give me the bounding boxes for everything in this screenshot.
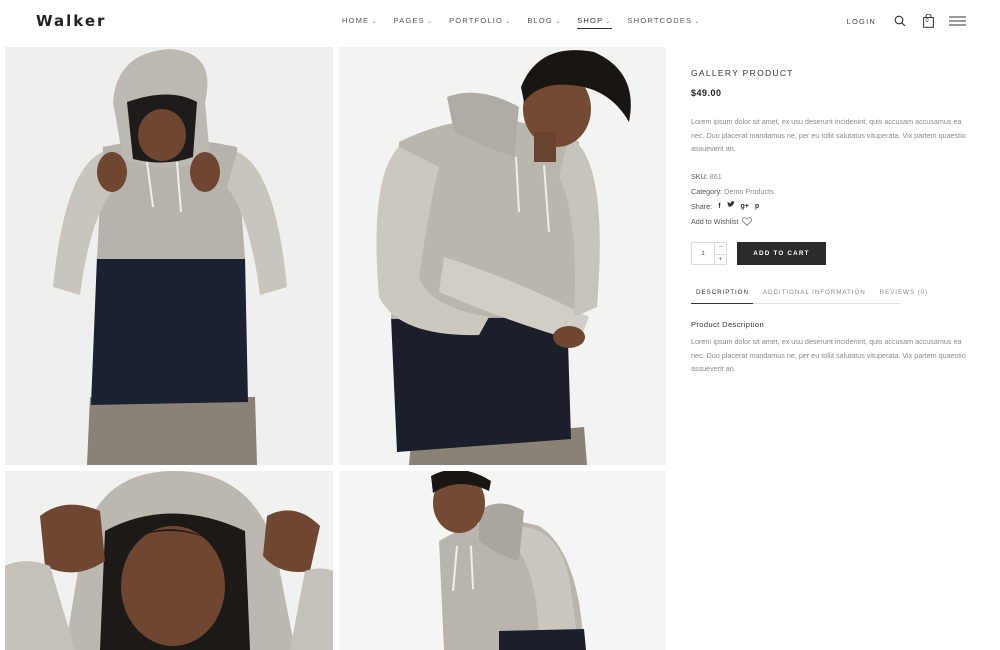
site-header: Walker HOME ⌄ PAGES ⌄ PORTFOLIO ⌄ BLOG ⌄ SHO…: [0, 0, 1000, 44]
tab-description[interactable]: DESCRIPTION: [691, 289, 753, 304]
nav-item-label: SHORTCODES: [627, 16, 693, 25]
nav-item-label: HOME: [342, 16, 370, 25]
product-tabs: DESCRIPTION ADDITIONAL INFORMATION REVIE…: [691, 289, 927, 304]
sku-row: SKU: 861: [691, 169, 966, 184]
wishlist-label: Add to Wishlist: [691, 216, 739, 226]
nav-item-pages[interactable]: PAGES ⌄: [394, 16, 434, 25]
quantity-increase-button[interactable]: +: [715, 253, 726, 265]
quantity-buttons: − +: [714, 243, 726, 264]
nav-item-label: SHOP: [577, 16, 604, 25]
share-label: Share:: [691, 201, 713, 211]
chevron-down-icon: ⌄: [426, 19, 434, 25]
gallery-image-1[interactable]: [5, 47, 333, 465]
tab-reviews[interactable]: REVIEWS (0): [875, 289, 928, 303]
hamburger-menu-icon[interactable]: [948, 13, 966, 29]
add-to-cart-button[interactable]: ADD TO CART: [737, 242, 826, 265]
nav-item-label: BLOG: [527, 16, 553, 25]
google-plus-icon[interactable]: g+: [741, 199, 749, 214]
nav-item-shortcodes[interactable]: SHORTCODES ⌄: [628, 16, 701, 25]
cart-count: 0: [925, 18, 929, 24]
product-short-description: Lorem ipsum dolor sit amet, ex usu deser…: [691, 117, 966, 153]
product-meta: SKU: 861 Category: Demo Products Share: …: [691, 169, 966, 229]
add-to-cart-row: − + ADD TO CART: [691, 242, 826, 265]
cart-bag-icon[interactable]: 0: [920, 13, 936, 29]
category-row: Category: Demo Products: [691, 184, 966, 199]
quantity-input[interactable]: [692, 243, 714, 264]
nav-item-home[interactable]: HOME ⌄: [342, 16, 378, 25]
gallery-image-2[interactable]: [339, 47, 666, 465]
search-icon[interactable]: [892, 13, 908, 29]
category-link[interactable]: Demo Products: [724, 187, 774, 196]
category-label: Category:: [691, 186, 723, 196]
panel-title: Product Description: [691, 320, 765, 329]
facebook-icon[interactable]: f: [718, 199, 720, 214]
chevron-down-icon: ⌄: [371, 19, 378, 25]
site-logo[interactable]: Walker: [36, 12, 106, 30]
nav-item-label: PAGES: [393, 16, 425, 25]
chevron-down-icon: ⌄: [505, 19, 512, 25]
heart-icon: [741, 216, 752, 226]
product-title: GALLERY PRODUCT: [691, 68, 794, 78]
quantity-decrease-button[interactable]: −: [715, 243, 726, 254]
add-to-wishlist[interactable]: Add to Wishlist: [691, 214, 966, 229]
panel-text: Lorem ipsum dolor sit amet, ex usu deser…: [691, 337, 966, 373]
nav-item-portfolio[interactable]: PORTFOLIO ⌄: [449, 16, 511, 25]
sku-value: 861: [709, 171, 722, 181]
description-panel: Product Description Lorem ipsum dolor si…: [691, 320, 966, 376]
gallery-image-4[interactable]: [339, 471, 666, 650]
chevron-down-icon: ⌄: [554, 19, 562, 25]
sku-label: SKU:: [691, 171, 708, 181]
gallery-image-3[interactable]: [5, 471, 333, 650]
product-price: $49.00: [691, 88, 722, 98]
twitter-icon[interactable]: [726, 199, 735, 214]
share-row: Share: f g+ p: [691, 199, 966, 214]
product-summary: GALLERY PRODUCT $49.00 Lorem ipsum dolor…: [691, 68, 966, 229]
main-nav: HOME ⌄ PAGES ⌄ PORTFOLIO ⌄ BLOG ⌄ SHOP ⌄ SHOR…: [342, 16, 717, 29]
login-link[interactable]: LOGIN: [847, 17, 876, 26]
share-icons: f g+ p: [718, 199, 759, 214]
chevron-down-icon: ⌄: [694, 19, 701, 25]
tab-additional-information[interactable]: ADDITIONAL INFORMATION: [758, 289, 866, 303]
nav-item-label: PORTFOLIO: [449, 16, 504, 25]
chevron-down-icon: ⌄: [605, 19, 612, 25]
quantity-stepper: − +: [691, 242, 727, 265]
nav-item-shop[interactable]: SHOP ⌄: [577, 16, 612, 29]
pinterest-icon[interactable]: p: [755, 199, 759, 214]
header-actions: LOGIN 0: [847, 13, 966, 29]
nav-item-blog[interactable]: BLOG ⌄: [527, 16, 561, 25]
